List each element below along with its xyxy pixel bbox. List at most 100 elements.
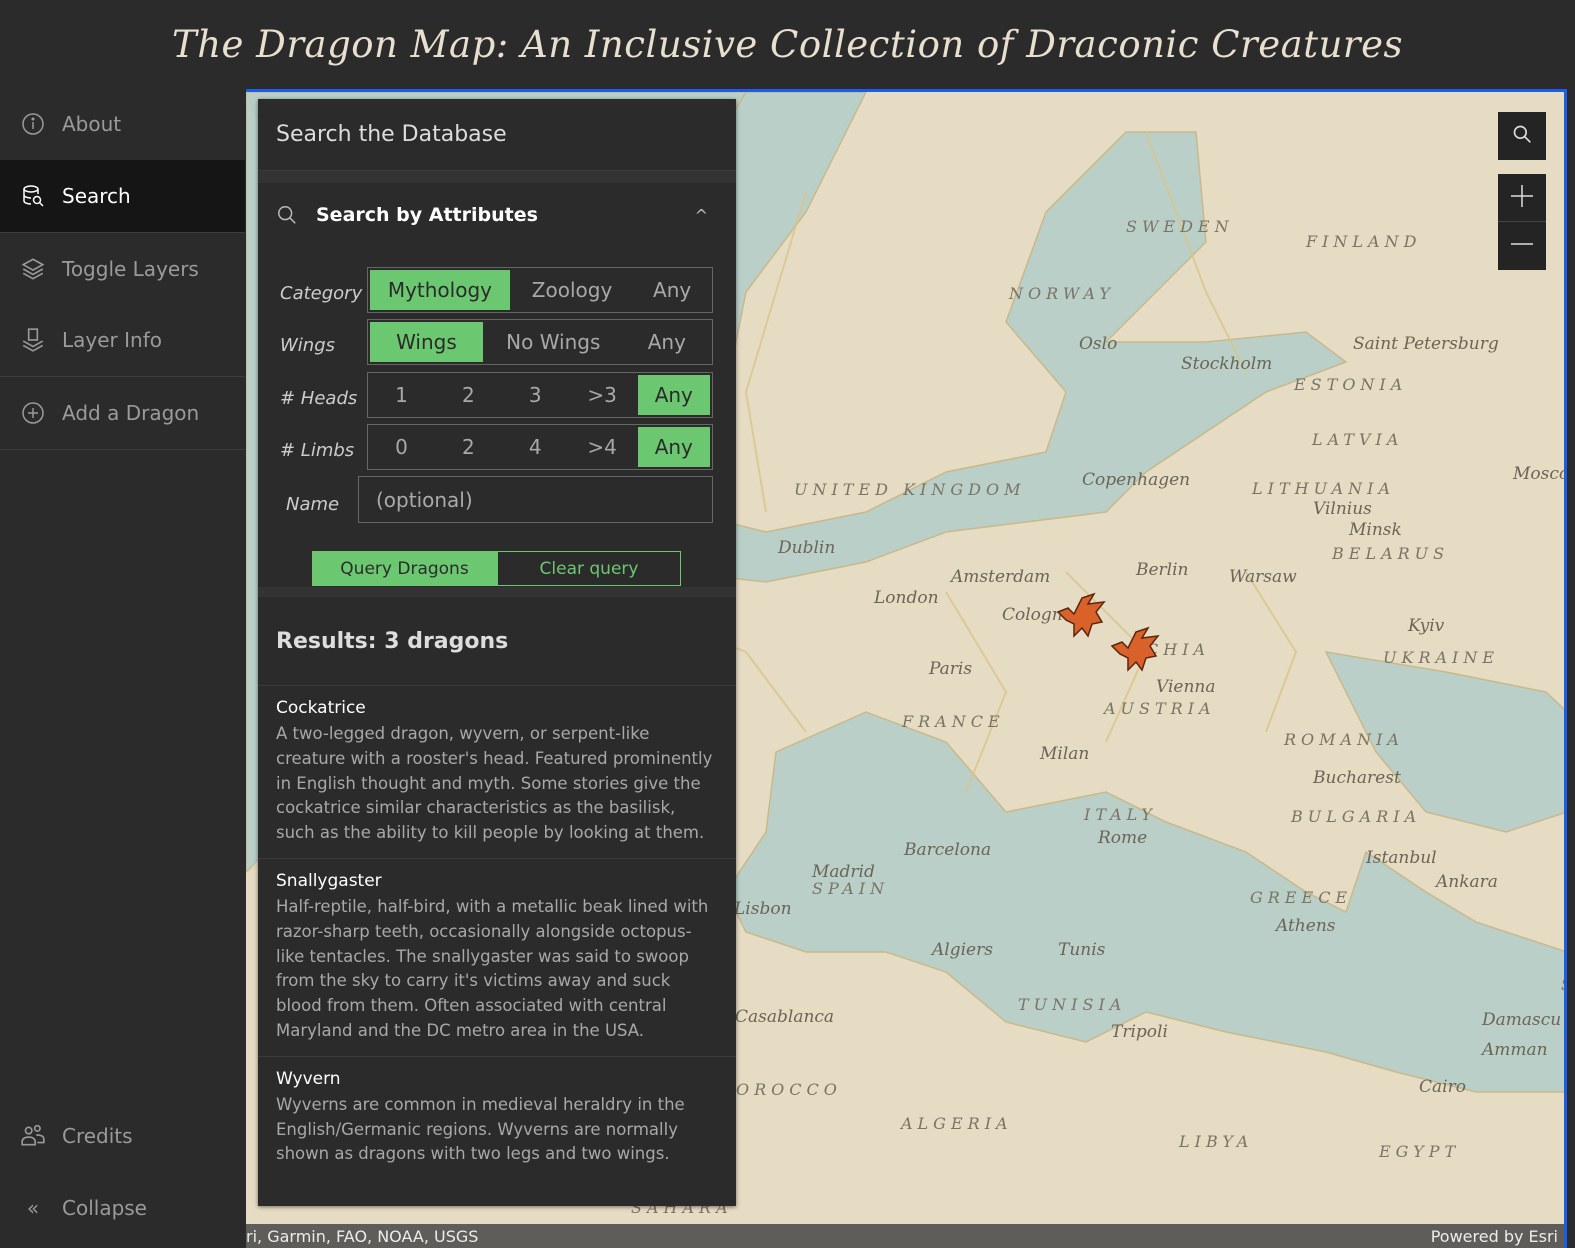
map-label: Milan [1040, 744, 1090, 764]
map-label: LITHUANIA [1252, 479, 1395, 498]
category-selector[interactable]: Mythology Zoology Any [367, 267, 713, 313]
query-dragons-button[interactable]: Query Dragons [312, 551, 497, 586]
clear-query-button[interactable]: Clear query [497, 551, 681, 586]
sidebar-item-label: Add a Dragon [62, 401, 200, 425]
app-header: The Dragon Map: An Inclusive Collection … [0, 0, 1575, 88]
heads-selector[interactable]: 1 2 3 >3 Any [367, 372, 713, 418]
map-label: Kyiv [1408, 616, 1445, 636]
map-label: Minsk [1349, 520, 1402, 540]
results-title: Results: 3 dragons [276, 628, 509, 654]
map-label: Stockholm [1181, 354, 1273, 374]
map-label: ESTONIA [1294, 375, 1408, 394]
map-label: NORWAY [1009, 284, 1115, 303]
map-label: ROMANIA [1284, 730, 1404, 749]
map-label: Dublin [778, 538, 836, 558]
map-label: Tripoli [1111, 1022, 1168, 1042]
option-more-than-3[interactable]: >3 [571, 375, 634, 415]
map-label: ALGERIA [901, 1114, 1013, 1133]
option-2[interactable]: 2 [437, 375, 500, 415]
chevrons-left-icon: « [26, 1196, 40, 1220]
users-icon [20, 1123, 46, 1149]
result-item[interactable]: Wyvern Wyverns are common in medieval he… [258, 1055, 736, 1179]
map-label: Barcelona [904, 840, 992, 860]
sidebar-item-about[interactable]: About [0, 88, 245, 160]
map-label: Amman [1482, 1040, 1548, 1060]
map-label: SPAIN [812, 879, 890, 898]
map-label: FRANCE [902, 712, 1005, 731]
result-description: Wyverns are common in medieval heraldry … [276, 1094, 685, 1164]
option-4[interactable]: 4 [504, 427, 567, 467]
option-2[interactable]: 2 [437, 427, 500, 467]
category-label: Category [280, 283, 363, 304]
powered-by-esri[interactable]: Powered by Esri [1431, 1227, 1558, 1246]
zoom-in-button[interactable] [1498, 174, 1546, 222]
map-label: Warsaw [1229, 567, 1297, 587]
plus-icon [1511, 184, 1533, 211]
map-label: OROCCO [736, 1080, 842, 1099]
map-label: Oslo [1079, 334, 1118, 354]
map-label: London [874, 588, 939, 608]
panel-title: Search the Database [258, 99, 736, 171]
result-item[interactable]: Snallygaster Half-reptile, half-bird, wi… [258, 857, 736, 1056]
limbs-label: # Limbs [280, 440, 355, 461]
sidebar-item-add-dragon[interactable]: Add a Dragon [0, 377, 245, 449]
dragon-marker-icon[interactable] [1108, 626, 1164, 680]
search-icon [276, 204, 298, 226]
option-more-than-4[interactable]: >4 [571, 427, 634, 467]
map-search-button[interactable] [1498, 112, 1546, 160]
sidebar-item-toggle-layers[interactable]: Toggle Layers [0, 233, 245, 305]
info-icon [20, 111, 46, 137]
option-wings[interactable]: Wings [370, 322, 483, 362]
plus-circle-icon [20, 400, 46, 426]
option-any[interactable]: Any [624, 322, 710, 362]
option-3[interactable]: 3 [504, 375, 567, 415]
map-label: Cairo [1419, 1077, 1466, 1097]
attribute-filters: Category Mythology Zoology Any Wings Win… [258, 247, 736, 587]
wings-selector[interactable]: Wings No Wings Any [367, 319, 713, 365]
option-any[interactable]: Any [634, 270, 710, 310]
option-1[interactable]: 1 [370, 375, 433, 415]
sidebar-item-label: Layer Info [62, 328, 162, 352]
map-label: BELARUS [1332, 544, 1450, 563]
map-label: Istanbul [1366, 848, 1437, 868]
map-label: Mosco [1513, 464, 1567, 484]
map-label: Amsterdam [951, 567, 1051, 587]
result-item[interactable]: Cockatrice A two-legged dragon, wyvern, … [258, 685, 736, 858]
map-label: UKRAINE [1383, 648, 1500, 667]
limbs-selector[interactable]: 0 2 4 >4 Any [367, 424, 713, 470]
sidebar: About Search Toggle Layers Layer Info Ad… [0, 88, 245, 1248]
map-label: Copenhagen [1082, 470, 1191, 490]
option-mythology[interactable]: Mythology [370, 270, 510, 310]
map-label: LATVIA [1312, 430, 1404, 449]
option-any[interactable]: Any [637, 375, 710, 415]
zoom-out-button[interactable] [1498, 222, 1546, 270]
wings-label: Wings [280, 335, 336, 356]
map-label: Saint Petersburg [1353, 334, 1499, 354]
search-by-attributes-header[interactable]: Search by Attributes ^ [258, 183, 736, 247]
name-input[interactable] [358, 476, 713, 523]
option-no-wings[interactable]: No Wings [487, 322, 620, 362]
sidebar-item-search[interactable]: Search [0, 160, 245, 232]
app-title: The Dragon Map: An Inclusive Collection … [172, 22, 1403, 66]
sidebar-item-label: Toggle Layers [62, 257, 199, 281]
option-any[interactable]: Any [637, 427, 710, 467]
map-label: Bucharest [1313, 768, 1401, 788]
map-label: Athens [1276, 916, 1336, 936]
map-label: AUSTRIA [1104, 699, 1216, 718]
attribution-text[interactable]: ri, Garmin, FAO, NOAA, USGS [246, 1227, 478, 1246]
chevron-up-icon: ^ [694, 205, 708, 225]
map-label: Tunis [1058, 940, 1106, 960]
heads-label: # Heads [280, 388, 358, 409]
divider [258, 587, 736, 597]
option-0[interactable]: 0 [370, 427, 433, 467]
option-zoology[interactable]: Zoology [514, 270, 630, 310]
map-label: Berlin [1136, 560, 1189, 580]
layers-icon [20, 256, 46, 282]
section-title: Search by Attributes [316, 204, 538, 226]
sidebar-item-credits[interactable]: Credits [0, 1100, 245, 1172]
map-label: SWEDEN [1126, 217, 1234, 236]
map-label: Algiers [932, 940, 993, 960]
sidebar-item-layer-info[interactable]: Layer Info [0, 304, 245, 376]
collapse-button[interactable]: « Collapse [0, 1172, 245, 1244]
dragon-marker-icon[interactable] [1054, 592, 1110, 646]
